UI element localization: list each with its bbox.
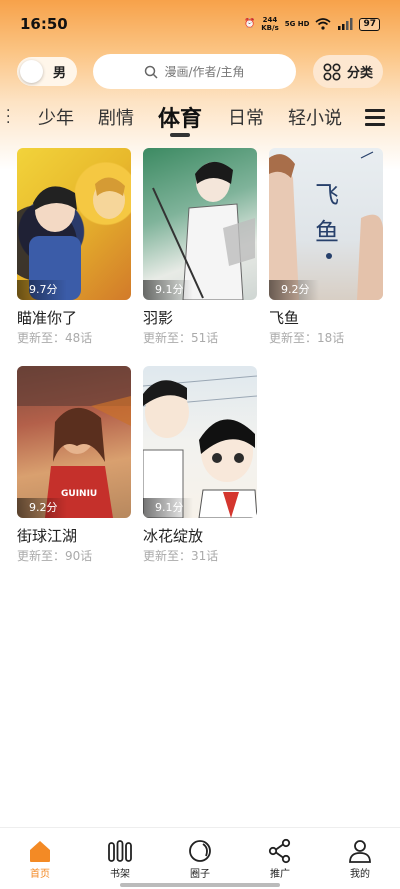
comic-update: 更新至：18话: [269, 331, 345, 345]
network-speed: 244 KB/s: [261, 16, 279, 32]
toggle-knob: [20, 60, 43, 83]
nav-label: 首页: [30, 869, 50, 880]
user-icon: [349, 840, 371, 863]
comic-card[interactable]: 飞 鱼 9.2分 飞鱼 更新至：18话: [269, 148, 383, 346]
tab-tiyu[interactable]: 体育: [158, 101, 202, 133]
nav-label: 圈子: [190, 869, 210, 880]
comic-title: 冰花绽放: [143, 527, 204, 545]
battery-indicator: 97: [359, 17, 380, 31]
comic-score: 9.7分: [17, 280, 67, 300]
comic-score: 9.1分: [143, 280, 193, 300]
network-label: 5G HD: [284, 20, 310, 28]
comic-card[interactable]: 9.1分 冰花绽放 更新至：31话: [143, 366, 257, 564]
tab-richang[interactable]: 日常: [228, 104, 264, 130]
grid-icon: [323, 62, 341, 81]
status-bar: 16:50 ⏰ 244 KB/s 5G HD 97: [0, 0, 400, 48]
status-time: 16:50: [20, 15, 68, 33]
cover-title-fei: 飞: [315, 181, 339, 209]
home-icon: [30, 841, 50, 862]
bookshelf-icon: [108, 840, 132, 862]
cover-title-yu: 鱼: [315, 218, 339, 246]
circle-icon: [189, 840, 211, 862]
alarm-icon: ⏰: [244, 19, 256, 29]
search-input[interactable]: 漫画/作者/主角: [93, 54, 296, 89]
more-dots-icon[interactable]: · · ·: [6, 104, 10, 130]
active-tab-indicator: [170, 133, 190, 137]
comic-cover: 9.1分: [143, 366, 257, 518]
comic-card[interactable]: 9.1分 羽影 更新至：51话: [143, 148, 257, 346]
nav-promote[interactable]: 推广: [240, 828, 320, 889]
nav-circle[interactable]: 圈子: [160, 828, 240, 889]
comic-title: 飞鱼: [269, 309, 300, 327]
comic-title: 羽影: [143, 309, 174, 327]
comic-cover: GUINIU 9.2分: [17, 366, 131, 518]
tab-shaonian[interactable]: 少年: [38, 104, 74, 130]
search-icon: [145, 65, 158, 79]
gender-label: 男: [53, 66, 67, 81]
home-indicator: [120, 883, 280, 887]
comic-update: 更新至：48话: [17, 331, 93, 345]
wifi-icon: [315, 18, 331, 30]
nav-mine[interactable]: 我的: [320, 828, 400, 889]
comic-cover: 9.1分: [143, 148, 257, 300]
comic-update: 更新至：90话: [17, 549, 93, 563]
nav-label: 推广: [270, 869, 290, 880]
category-button[interactable]: 分类: [313, 55, 383, 88]
comic-cover: 9.7分: [17, 148, 131, 300]
comic-card[interactable]: 9.7分 瞄准你了 更新至：48话: [17, 148, 131, 346]
comic-card[interactable]: GUINIU 9.2分 街球江湖 更新至：90话: [17, 366, 131, 564]
nav-label: 我的: [350, 869, 370, 880]
header-row: 男 漫画/作者/主角 分类: [0, 54, 400, 90]
nav-bookshelf[interactable]: 书架: [80, 828, 160, 889]
comic-title: 瞄准你了: [17, 309, 78, 327]
status-icons: ⏰ 244 KB/s 5G HD 97: [244, 16, 380, 32]
category-tabs: · · · 少年 剧情 体育 日常 轻小说: [0, 96, 400, 142]
tab-qingxiaoshuo[interactable]: 轻小说: [288, 104, 342, 130]
nav-home[interactable]: 首页: [0, 828, 80, 889]
comic-title: 街球江湖: [17, 527, 78, 545]
comic-update: 更新至：51话: [143, 331, 219, 345]
search-placeholder: 漫画/作者/主角: [164, 65, 245, 79]
comic-score: 9.2分: [269, 280, 319, 300]
category-label: 分类: [346, 66, 373, 81]
menu-icon[interactable]: [365, 109, 385, 130]
comic-update: 更新至：31话: [143, 549, 219, 563]
share-icon: [268, 838, 291, 864]
gender-toggle[interactable]: 男: [17, 57, 77, 86]
comic-cover: 飞 鱼 9.2分: [269, 148, 383, 300]
bottom-nav: 首页 书架 圈子 推广 我的: [0, 827, 400, 889]
signal-icon: [338, 18, 353, 30]
tab-juqing[interactable]: 剧情: [98, 104, 134, 130]
nav-label: 书架: [110, 869, 130, 880]
comic-score: 9.1分: [143, 498, 193, 518]
comic-score: 9.2分: [17, 498, 67, 518]
